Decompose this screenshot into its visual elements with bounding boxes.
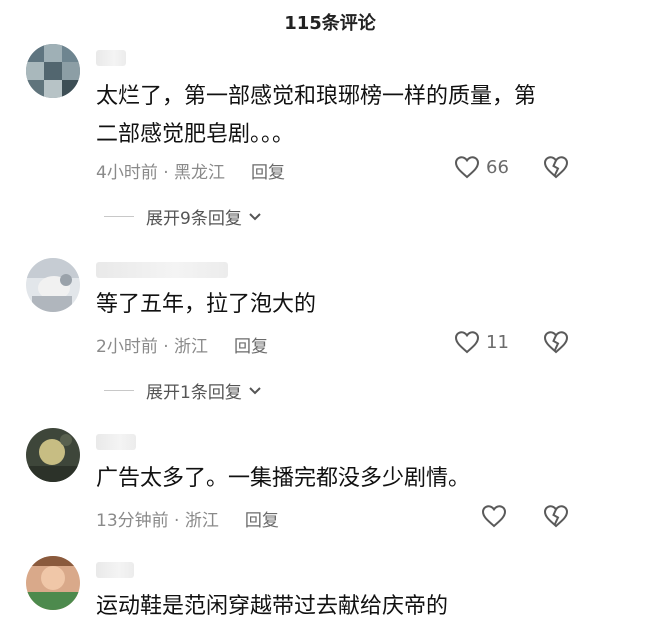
divider (104, 390, 134, 391)
expand-replies-button[interactable]: 展开9条回复 (104, 204, 262, 229)
comment-text: 等了五年，拉了泡大的 (96, 292, 317, 317)
like-button[interactable]: 66 (454, 155, 509, 179)
comment-text: 广告太多了。一集播完都没多少剧情。 (96, 466, 471, 491)
comment-text: 运动鞋是范闲穿越带过去献给庆帝的 (96, 594, 449, 619)
comment-time-location: 13分钟前 · 浙江 (96, 511, 219, 531)
like-button[interactable] (481, 504, 513, 528)
expand-replies-button[interactable]: 展开1条回复 (104, 378, 262, 403)
broken-heart-icon (543, 331, 569, 354)
dislike-button[interactable] (543, 330, 569, 358)
comments-count-title: 115条评论 (284, 13, 376, 34)
divider (104, 216, 134, 217)
like-count: 66 (486, 156, 509, 178)
comment-meta: 4小时前 · 黑龙江 回复 (96, 158, 285, 183)
user-avatar-icon (26, 44, 80, 98)
dislike-button[interactable] (543, 504, 569, 532)
avatar[interactable] (26, 44, 80, 98)
username[interactable] (96, 50, 126, 66)
heart-outline-icon (481, 505, 507, 528)
reply-button[interactable]: 回复 (234, 332, 268, 357)
broken-heart-icon (543, 505, 569, 528)
reply-button[interactable]: 回复 (251, 158, 285, 183)
like-count: 11 (486, 331, 509, 353)
chevron-down-icon (249, 386, 261, 394)
expand-replies-label: 展开1条回复 (146, 383, 242, 403)
username[interactable] (96, 562, 134, 578)
user-avatar-icon (26, 556, 80, 610)
user-avatar-icon (26, 258, 80, 312)
comment-time-location: 2小时前 · 浙江 (96, 337, 209, 357)
broken-heart-icon (543, 156, 569, 179)
heart-outline-icon (454, 331, 480, 354)
comments-header: 115条评论 (0, 0, 660, 44)
comment-meta: 13分钟前 · 浙江 回复 (96, 506, 279, 531)
user-avatar-icon (26, 428, 80, 482)
reply-button[interactable]: 回复 (245, 506, 279, 531)
avatar[interactable] (26, 258, 80, 312)
comment-time-location: 4小时前 · 黑龙江 (96, 163, 226, 183)
comment-text: 太烂了，第一部感觉和琅琊榜一样的质量，第 二部感觉肥皂剧。。。 (96, 84, 537, 147)
username[interactable] (96, 262, 228, 278)
expand-replies-label: 展开9条回复 (146, 209, 242, 229)
like-button[interactable]: 11 (454, 330, 509, 354)
heart-outline-icon (454, 156, 480, 179)
dislike-button[interactable] (543, 155, 569, 183)
username[interactable] (96, 434, 136, 450)
avatar[interactable] (26, 556, 80, 610)
chevron-down-icon (249, 212, 261, 220)
avatar[interactable] (26, 428, 80, 482)
comment-meta: 2小时前 · 浙江 回复 (96, 332, 268, 357)
